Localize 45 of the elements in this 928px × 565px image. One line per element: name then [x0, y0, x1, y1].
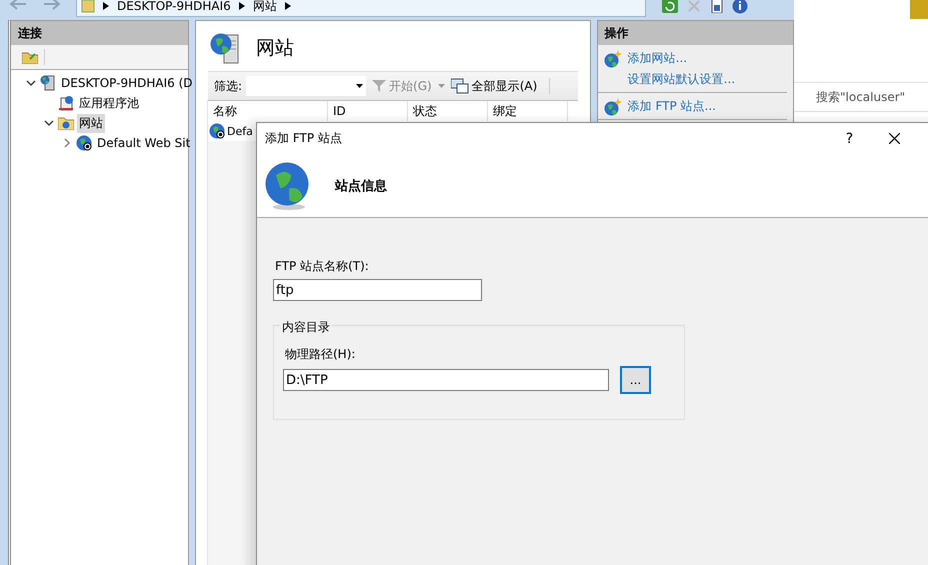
dialog-title: 添加 FTP 站点	[265, 130, 343, 147]
dropdown-arrow-icon[interactable]	[438, 84, 445, 88]
physical-path-field[interactable]: D:\FTP	[283, 369, 609, 391]
chevron-right-icon	[103, 2, 109, 10]
funnel-icon	[372, 80, 386, 92]
action-link[interactable]: 设置网站默认设置...	[628, 71, 736, 88]
globe-icon	[76, 135, 92, 151]
page-title: 网站	[256, 36, 294, 61]
help-button[interactable]: ?	[827, 124, 872, 154]
breadcrumb-item[interactable]: 网站	[252, 0, 277, 14]
close-icon	[889, 133, 900, 144]
action-link[interactable]: 添加 FTP 站点...	[628, 98, 716, 115]
breadcrumb-item[interactable]: DESKTOP-9HDHAI6	[117, 0, 231, 13]
chevron-right-icon	[238, 2, 245, 10]
document-icon[interactable]	[710, 0, 724, 13]
panel-title: 连接	[11, 21, 188, 45]
folder-icon	[58, 116, 74, 130]
globe-icon	[604, 50, 622, 68]
site-name-field[interactable]: ftp	[273, 279, 482, 301]
tree-item[interactable]: DESKTOP-9HDHAI6 (D	[59, 75, 194, 91]
forward-arrow-icon	[42, 0, 62, 11]
refresh-icon[interactable]	[662, 0, 678, 13]
tree-item[interactable]: Default Web Sit	[95, 135, 192, 151]
address-bar[interactable]: DESKTOP-9HDHAI6 网站	[76, 0, 646, 17]
filter-label: 筛选:	[214, 78, 242, 94]
application-pool-icon	[58, 95, 74, 111]
back-arrow-icon	[8, 0, 28, 11]
browse-button[interactable]: ...	[620, 366, 651, 394]
show-all-button[interactable]: 全部显示(A)	[448, 78, 540, 94]
photo-placeholder	[910, 0, 928, 19]
folder-icon[interactable]	[22, 50, 38, 64]
monitor-icon	[450, 78, 469, 94]
tree-item[interactable]: 应用程序池	[77, 94, 141, 112]
help-icon[interactable]	[732, 0, 748, 14]
physical-path-label: 物理路径(H):	[285, 346, 356, 363]
filter-field[interactable]	[246, 76, 366, 96]
table-cell[interactable]: Defa	[227, 124, 253, 138]
tree-item[interactable]: 网站	[77, 114, 105, 132]
dropdown-arrow-icon	[356, 84, 364, 88]
site-name-label: FTP 站点名称(T):	[275, 258, 369, 275]
section-title: 站点信息	[335, 178, 387, 194]
action-link[interactable]: 添加网站...	[628, 50, 688, 67]
globe-icon	[604, 98, 622, 116]
chevron-right-icon	[284, 2, 291, 10]
panel-title: 操作	[598, 21, 793, 45]
